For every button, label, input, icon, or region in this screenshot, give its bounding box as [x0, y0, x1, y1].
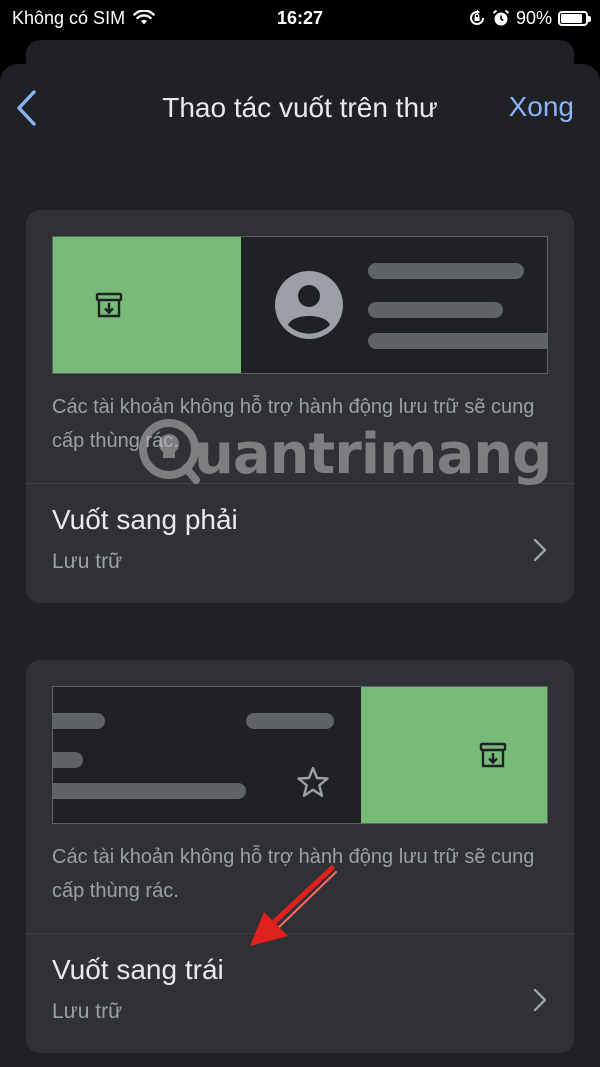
orientation-lock-icon	[470, 9, 484, 25]
battery-icon	[558, 10, 591, 26]
swipe-left-preview	[52, 686, 548, 824]
placeholder-line	[368, 263, 524, 279]
archive-icon	[479, 742, 507, 768]
navigation-bar: Thao tác vuốt trên thư Xong	[0, 64, 600, 152]
status-right: 90%	[468, 7, 591, 29]
status-bar: Không có SIM 16:27 90%	[0, 0, 600, 36]
placeholder-line	[53, 752, 83, 768]
wifi-icon	[133, 10, 155, 25]
alarm-icon	[492, 9, 510, 26]
archive-icon	[95, 292, 123, 318]
placeholder-line	[53, 713, 105, 729]
swipe-settings-sheet: Thao tác vuốt trên thư Xong Các tài khoả…	[0, 64, 600, 1067]
swipe-left-action: Lưu trữ	[52, 1000, 123, 1023]
star-icon	[297, 766, 329, 797]
placeholder-line	[368, 302, 503, 318]
placeholder-line	[246, 713, 334, 729]
carrier-label: Không có SIM	[12, 7, 126, 28]
swipe-right-action: Lưu trữ	[52, 550, 123, 573]
swipe-left-setting[interactable]: Vuốt sang trái Lưu trữ	[26, 934, 574, 1053]
chevron-right-icon	[533, 538, 547, 562]
swipe-left-card: Các tài khoản không hỗ trợ hành động lưu…	[26, 660, 574, 1053]
swipe-right-preview	[52, 236, 548, 374]
placeholder-line	[368, 333, 547, 349]
swipe-left-title: Vuốt sang trái	[52, 954, 224, 985]
done-button[interactable]: Xong	[509, 91, 574, 123]
swipe-action-area	[53, 237, 241, 373]
swipe-right-title: Vuốt sang phải	[52, 504, 238, 535]
battery-percent: 90%	[515, 7, 552, 28]
swipe-right-setting[interactable]: Vuốt sang phải Lưu trữ	[26, 484, 574, 603]
swipe-right-note: Các tài khoản không hỗ trợ hành động lưu…	[52, 396, 535, 452]
avatar-icon	[275, 271, 343, 339]
swipe-left-note: Các tài khoản không hỗ trợ hành động lưu…	[52, 846, 535, 902]
placeholder-line	[53, 783, 246, 799]
status-left: Không có SIM	[12, 8, 155, 29]
swipe-right-card: Các tài khoản không hỗ trợ hành động lưu…	[26, 210, 574, 603]
swipe-action-area	[361, 687, 547, 823]
chevron-right-icon	[533, 988, 547, 1012]
